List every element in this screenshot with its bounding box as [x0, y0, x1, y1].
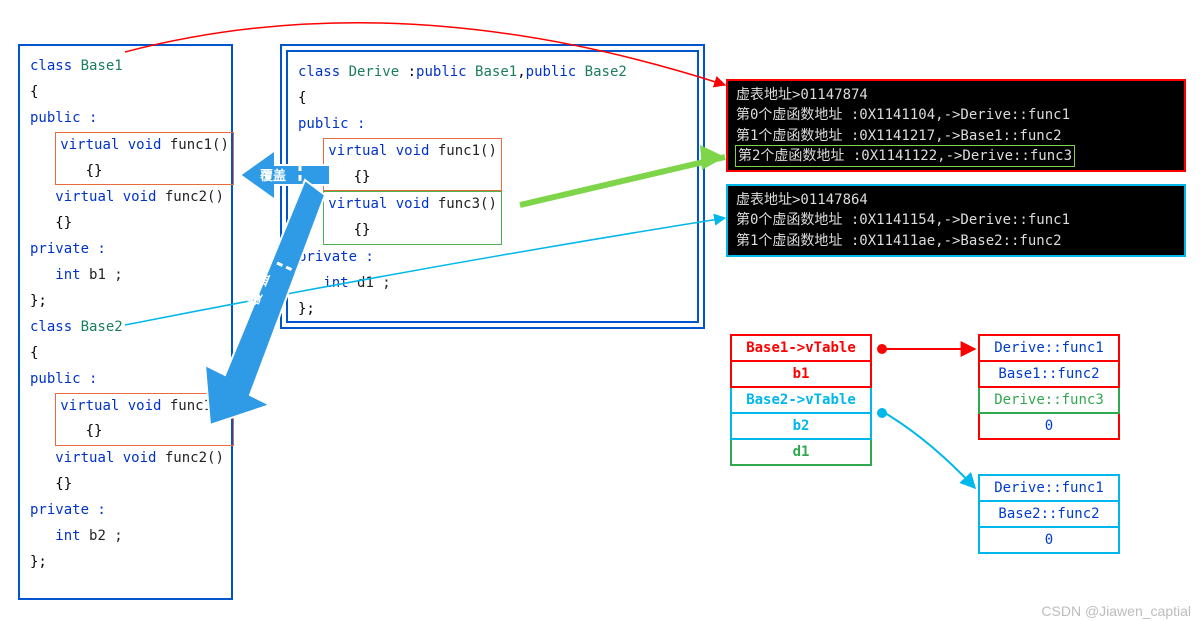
vt1-r2: Derive::func3	[979, 387, 1119, 413]
class-base1-name: Base1	[81, 58, 123, 74]
vtable1-addr: 虚表地址>01147874	[736, 85, 1176, 105]
memory-object-table: Base1->vTable b1 Base2->vTable b2 d1	[730, 334, 872, 466]
obj-base2-vtable: Base2->vTable	[731, 387, 871, 413]
dot-base1-vtable	[877, 344, 887, 354]
code-box-derive-outer: class Derive :public Base1,public Base2 …	[280, 44, 705, 329]
obj-b1: b1	[731, 361, 871, 387]
obj-base1-vtable: Base1->vTable	[731, 335, 871, 361]
class-base2-name: Base2	[81, 319, 123, 335]
vtable1-row2: 第2个虚函数地址 :0X1141122,->Derive::func3	[736, 146, 1074, 166]
vt2-r0: Derive::func1	[979, 475, 1119, 501]
override-label-2: 覆 盖	[246, 270, 274, 307]
brace-open: {	[30, 80, 221, 106]
attribution-text: CSDN @Jiawen_captial	[1041, 603, 1191, 619]
private-label: private :	[30, 237, 221, 263]
vtable1-table: Derive::func1 Base1::func2 Derive::func3…	[978, 334, 1120, 440]
vtable2-row1: 第1个虚函数地址 :0X11411ae,->Base2::func2	[736, 231, 1176, 251]
derive-func3-highlight: virtual void func3() {}	[323, 191, 502, 245]
vt1-r1: Base1::func2	[979, 361, 1119, 387]
dot-base2-vtable	[877, 408, 887, 418]
base1-func1-highlight: virtual void func1() {}	[55, 132, 234, 186]
vt2-r1: Base2::func2	[979, 501, 1119, 527]
public-label: public :	[30, 106, 221, 132]
arrow-obj-vt2	[885, 413, 975, 488]
console-vtable2: 虚表地址>01147864 第0个虚函数地址 :0X1141154,->Deri…	[726, 184, 1186, 257]
base2-func1-highlight: virtual void func1() {}	[55, 393, 234, 447]
vtable2-row0: 第0个虚函数地址 :0X1141154,->Derive::func1	[736, 210, 1176, 230]
vt2-r2: 0	[979, 527, 1119, 553]
derive-func1-highlight: virtual void func1() {}	[323, 138, 502, 192]
vt1-r0: Derive::func1	[979, 335, 1119, 361]
vtable1-row0: 第0个虚函数地址 :0X1141104,->Derive::func1	[736, 105, 1176, 125]
base1-func2: func2()	[165, 189, 224, 205]
vt1-r3: 0	[979, 413, 1119, 439]
vtable2-addr: 虚表地址>01147864	[736, 190, 1176, 210]
base2-func2: func2()	[165, 450, 224, 466]
vtable2-table: Derive::func1 Base2::func2 0	[978, 474, 1120, 554]
obj-b2: b2	[731, 413, 871, 439]
code-box-base: class Base1 { public : virtual void func…	[18, 44, 233, 600]
member-b2: b2 ;	[89, 528, 123, 544]
console-vtable1: 虚表地址>01147874 第0个虚函数地址 :0X1141104,->Deri…	[726, 79, 1186, 172]
member-d1: d1 ;	[357, 275, 391, 291]
member-b1: b1 ;	[89, 267, 123, 283]
obj-d1: d1	[731, 439, 871, 465]
vtable1-row1: 第1个虚函数地址 :0X1141217,->Base1::func2	[736, 126, 1176, 146]
